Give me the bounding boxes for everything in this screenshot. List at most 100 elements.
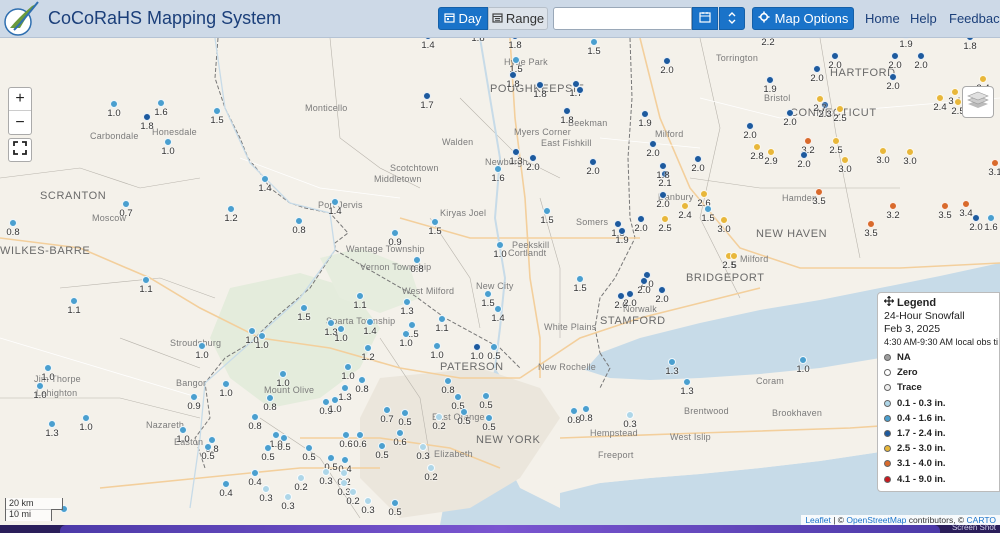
station-dot[interactable] — [704, 205, 712, 213]
station-dot[interactable] — [668, 358, 676, 366]
station-dot[interactable] — [327, 454, 335, 462]
station-dot[interactable] — [284, 493, 292, 501]
station-dot[interactable] — [954, 98, 962, 106]
cocorahs-logo[interactable] — [2, 0, 44, 38]
nav-feedback[interactable]: Feedback — [949, 11, 1000, 26]
station-dot[interactable] — [438, 315, 446, 323]
station-dot[interactable] — [413, 256, 421, 264]
station-dot[interactable] — [626, 290, 634, 298]
station-dot[interactable] — [378, 442, 386, 450]
station-dot[interactable] — [222, 380, 230, 388]
station-dot[interactable] — [543, 207, 551, 215]
station-dot[interactable] — [427, 464, 435, 472]
station-dot[interactable] — [658, 286, 666, 294]
station-dot[interactable] — [626, 411, 634, 419]
fullscreen-button[interactable] — [8, 138, 32, 162]
date-stepper[interactable] — [719, 7, 745, 30]
station-dot[interactable] — [122, 200, 130, 208]
station-dot[interactable] — [972, 214, 980, 222]
station-dot[interactable] — [391, 499, 399, 507]
station-dot[interactable] — [746, 122, 754, 130]
station-dot[interactable] — [331, 396, 339, 404]
move-icon[interactable] — [883, 295, 895, 309]
station-dot[interactable] — [358, 376, 366, 384]
legend-panel[interactable]: Legend 24-Hour Snowfall Feb 3, 2025 4:30… — [877, 292, 1000, 492]
station-dot[interactable] — [800, 151, 808, 159]
station-dot[interactable] — [473, 343, 481, 351]
station-dot[interactable] — [48, 420, 56, 428]
station-dot[interactable] — [190, 393, 198, 401]
station-dot[interactable] — [331, 198, 339, 206]
station-dot[interactable] — [44, 364, 52, 372]
station-dot[interactable] — [435, 413, 443, 421]
range-button[interactable]: Range — [488, 7, 548, 30]
station-dot[interactable] — [841, 156, 849, 164]
station-dot[interactable] — [280, 434, 288, 442]
station-dot[interactable] — [366, 318, 374, 326]
station-dot[interactable] — [936, 94, 944, 102]
station-dot[interactable] — [482, 392, 490, 400]
station-dot[interactable] — [659, 191, 667, 199]
station-dot[interactable] — [419, 443, 427, 451]
station-dot[interactable] — [142, 276, 150, 284]
station-dot[interactable] — [402, 330, 410, 338]
station-dot[interactable] — [659, 162, 667, 170]
station-dot[interactable] — [889, 73, 897, 81]
map-options-button[interactable]: Map Options — [752, 7, 854, 30]
station-dot[interactable] — [222, 480, 230, 488]
station-dot[interactable] — [681, 202, 689, 210]
station-dot[interactable] — [582, 405, 590, 413]
station-dot[interactable] — [641, 110, 649, 118]
station-dot[interactable] — [649, 140, 657, 148]
station-dot[interactable] — [640, 277, 648, 285]
station-dot[interactable] — [110, 100, 118, 108]
station-dot[interactable] — [804, 137, 812, 145]
station-dot[interactable] — [490, 343, 498, 351]
layers-button[interactable] — [962, 86, 994, 118]
station-dot[interactable] — [889, 202, 897, 210]
station-dot[interactable] — [494, 305, 502, 313]
station-dot[interactable] — [485, 414, 493, 422]
station-dot[interactable] — [799, 356, 807, 364]
station-dot[interactable] — [460, 408, 468, 416]
station-dot[interactable] — [341, 384, 349, 392]
station-dot[interactable] — [529, 154, 537, 162]
station-dot[interactable] — [720, 216, 728, 224]
station-dot[interactable] — [991, 159, 999, 167]
station-dot[interactable] — [906, 148, 914, 156]
station-dot[interactable] — [344, 363, 352, 371]
station-dot[interactable] — [767, 148, 775, 156]
station-dot[interactable] — [766, 76, 774, 84]
station-dot[interactable] — [536, 81, 544, 89]
station-dot[interactable] — [300, 304, 308, 312]
station-dot[interactable] — [82, 414, 90, 422]
station-dot[interactable] — [637, 215, 645, 223]
station-dot[interactable] — [836, 105, 844, 113]
station-dot[interactable] — [9, 219, 17, 227]
day-button[interactable]: Day — [438, 7, 488, 30]
station-dot[interactable] — [164, 138, 172, 146]
station-dot[interactable] — [341, 456, 349, 464]
station-dot[interactable] — [512, 56, 520, 64]
station-dot[interactable] — [356, 292, 364, 300]
station-dot[interactable] — [879, 147, 887, 155]
station-dot[interactable] — [661, 215, 669, 223]
station-dot[interactable] — [213, 107, 221, 115]
station-dot[interactable] — [295, 217, 303, 225]
station-dot[interactable] — [431, 218, 439, 226]
station-dot[interactable] — [576, 86, 584, 94]
date-input[interactable] — [553, 7, 692, 30]
station-dot[interactable] — [401, 409, 409, 417]
station-dot[interactable] — [227, 205, 235, 213]
station-dot[interactable] — [484, 290, 492, 298]
station-dot[interactable] — [509, 71, 517, 79]
station-dot[interactable] — [917, 52, 925, 60]
station-dot[interactable] — [143, 113, 151, 121]
station-dot[interactable] — [663, 57, 671, 65]
station-dot[interactable] — [364, 497, 372, 505]
station-dot[interactable] — [891, 52, 899, 60]
station-dot[interactable] — [258, 332, 266, 340]
station-dot[interactable] — [433, 342, 441, 350]
station-dot[interactable] — [987, 214, 995, 222]
station-dot[interactable] — [589, 158, 597, 166]
